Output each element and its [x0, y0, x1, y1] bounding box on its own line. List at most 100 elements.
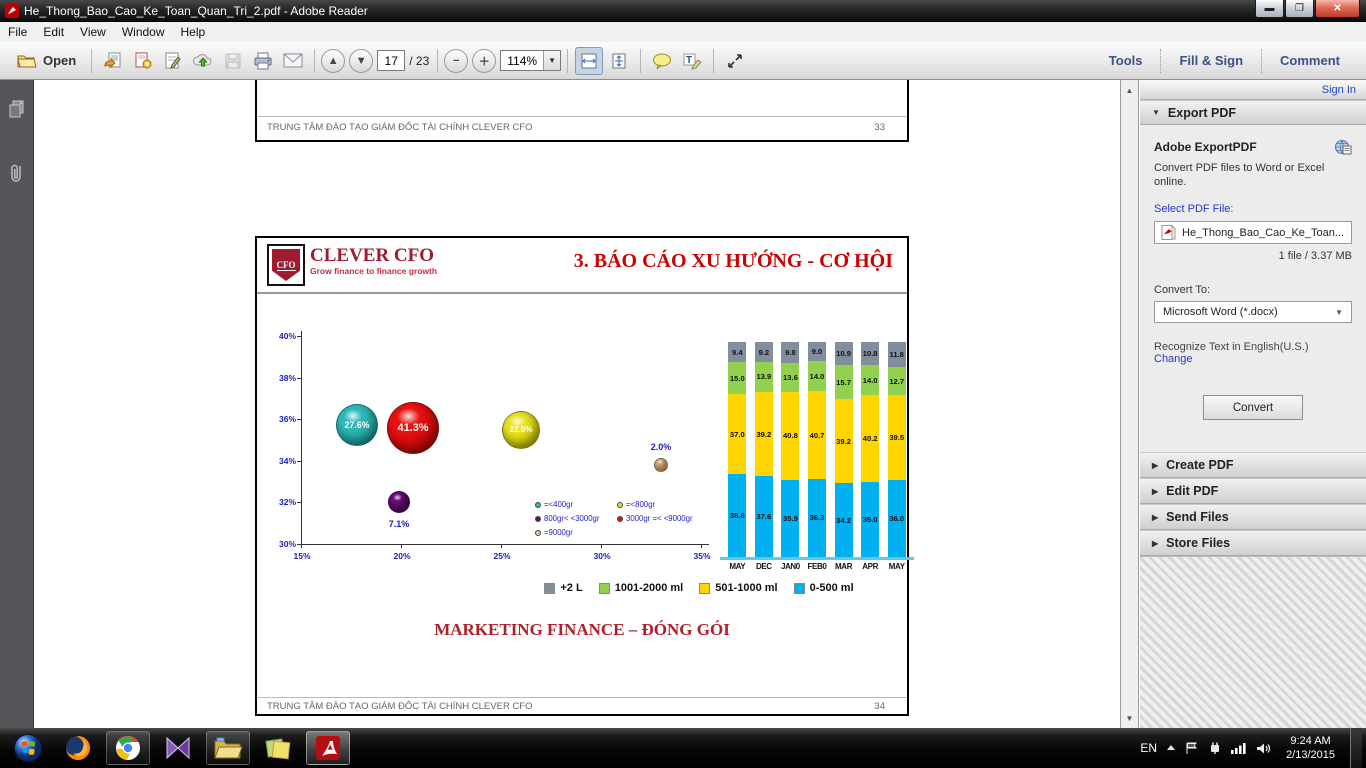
- save-button[interactable]: [219, 47, 247, 75]
- bar-segment: 15.0: [728, 362, 746, 394]
- bar-segment: 10.8: [861, 342, 879, 365]
- menu-view[interactable]: View: [72, 23, 114, 41]
- legend-label: 1001-2000 ml: [615, 582, 684, 594]
- taskbar-sticky-notes[interactable]: [256, 731, 300, 765]
- power-plug-icon[interactable]: [1208, 741, 1222, 755]
- legend-label: 0-500 ml: [810, 582, 854, 594]
- zoom-out-button[interactable]: −: [444, 49, 468, 73]
- clock[interactable]: 9:24 AM 2/13/2015: [1280, 734, 1341, 762]
- fullscreen-button[interactable]: [721, 47, 749, 75]
- triangle-right-icon: ▶: [1152, 461, 1158, 470]
- change-link[interactable]: Change: [1154, 353, 1352, 365]
- next-page-button[interactable]: ▼: [349, 49, 373, 73]
- cloud-upload-button[interactable]: [189, 47, 217, 75]
- restore-button[interactable]: ❐: [1285, 0, 1314, 18]
- network-signal-icon[interactable]: [1231, 742, 1247, 754]
- export-pdf-panel: Adobe ExportPDF Convert PDF files to Wor…: [1140, 125, 1366, 452]
- taskbar-adobe-reader[interactable]: [306, 731, 350, 765]
- taskbar-explorer[interactable]: [206, 731, 250, 765]
- tab-comment[interactable]: Comment: [1261, 49, 1358, 73]
- bar-segment: 11.8: [888, 342, 906, 367]
- action-center-flag-icon[interactable]: [1185, 742, 1199, 755]
- menu-edit[interactable]: Edit: [35, 23, 72, 41]
- highlight-text-button[interactable]: T: [678, 47, 706, 75]
- convert-button[interactable]: Convert: [1203, 395, 1303, 420]
- send-file-button[interactable]: [99, 47, 127, 75]
- title-bar[interactable]: He_Thong_Bao_Cao_Ke_Toan_Quan_Tri_2.pdf …: [0, 0, 1366, 22]
- email-button[interactable]: [279, 47, 307, 75]
- bar-segment: 40.7: [808, 391, 826, 479]
- convert-to-dropdown[interactable]: Microsoft Word (*.docx) ▼: [1154, 301, 1352, 323]
- scroll-up-arrow[interactable]: ▲: [1121, 82, 1138, 98]
- bar-segment: 37.6: [755, 476, 773, 557]
- bar-legend-item: 1001-2000 ml: [599, 582, 684, 594]
- zoom-in-button[interactable]: ＋: [472, 49, 496, 73]
- minimize-button[interactable]: ▬: [1255, 0, 1284, 18]
- section-create-pdf[interactable]: ▶ Create PDF: [1140, 452, 1366, 478]
- separator: [567, 49, 568, 73]
- tray-expand-icon[interactable]: [1166, 744, 1176, 752]
- slide-caption: MARKETING FINANCE – ĐÓNG GÓI: [257, 620, 907, 640]
- open-button[interactable]: Open: [9, 47, 84, 75]
- previous-page-button[interactable]: ▲: [321, 49, 345, 73]
- bar-legend-item: +2 L: [544, 582, 582, 594]
- tab-tools[interactable]: Tools: [1091, 49, 1161, 73]
- menu-help[interactable]: Help: [173, 23, 214, 41]
- stacked-bar-chart: 38.637.015.09.4MAY37.639.213.99.2DEC35.9…: [257, 238, 911, 578]
- section-label: Create PDF: [1166, 458, 1233, 472]
- triangle-right-icon: ▶: [1152, 539, 1158, 548]
- print-button[interactable]: [249, 47, 277, 75]
- document-canvas[interactable]: TRUNG TÂM ĐÀO TẠO GIÁM ĐỐC TÀI CHÍNH CLE…: [35, 80, 1119, 728]
- section-send-files[interactable]: ▶Send Files: [1140, 504, 1366, 530]
- volume-icon[interactable]: [1256, 742, 1271, 755]
- sign-in-bar: Sign In: [1140, 80, 1366, 100]
- bar-segment: 9.4: [728, 342, 746, 362]
- stamp-button[interactable]: [129, 47, 157, 75]
- taskbar-firefox[interactable]: [56, 731, 100, 765]
- page-number-input[interactable]: [377, 50, 405, 71]
- section-edit-pdf[interactable]: ▶Edit PDF: [1140, 478, 1366, 504]
- section-store-files[interactable]: ▶Store Files: [1140, 530, 1366, 556]
- sign-in-link[interactable]: Sign In: [1322, 84, 1356, 96]
- zoom-dropdown-arrow[interactable]: ▼: [543, 51, 560, 70]
- taskbar-kmplayer[interactable]: [156, 731, 200, 765]
- scroll-down-arrow[interactable]: ▼: [1121, 710, 1138, 726]
- window-title: He_Thong_Bao_Cao_Ke_Toan_Quan_Tri_2.pdf …: [24, 4, 368, 18]
- menu-file[interactable]: File: [0, 23, 35, 41]
- separator: [91, 49, 92, 73]
- taskbar-chrome[interactable]: [106, 731, 150, 765]
- export-pdf-section-header[interactable]: ▼ Export PDF: [1140, 100, 1366, 125]
- pdf-page-34: CFO CLEVER CFO Grow finance to finance g…: [255, 236, 909, 716]
- bar-category-label: MAR: [829, 562, 858, 571]
- select-pdf-file-label[interactable]: Select PDF File:: [1154, 203, 1352, 215]
- triangle-right-icon: ▶: [1152, 487, 1158, 496]
- page33-number: 33: [874, 122, 897, 133]
- selected-file-box[interactable]: He_Thong_Bao_Cao_Ke_Toan...: [1154, 221, 1352, 244]
- tab-fill-sign[interactable]: Fill & Sign: [1160, 49, 1261, 73]
- bar-segment: 10.9: [835, 342, 853, 365]
- menu-window[interactable]: Window: [114, 23, 173, 41]
- exportpdf-service-icon: [1334, 139, 1352, 155]
- convert-to-value: Microsoft Word (*.docx): [1163, 306, 1335, 318]
- start-button[interactable]: [6, 731, 50, 765]
- show-desktop-button[interactable]: [1350, 728, 1362, 768]
- language-indicator[interactable]: EN: [1140, 741, 1157, 755]
- bar-segment: 9.2: [755, 342, 773, 362]
- legend-square-icon: [599, 583, 610, 594]
- dropdown-arrow-icon: ▼: [1335, 308, 1343, 317]
- fit-width-button[interactable]: [575, 47, 603, 75]
- vertical-scrollbar[interactable]: ▲ ▼: [1120, 80, 1139, 728]
- main-area: TRUNG TÂM ĐÀO TẠO GIÁM ĐỐC TÀI CHÍNH CLE…: [0, 80, 1366, 728]
- close-button[interactable]: ✕: [1315, 0, 1360, 18]
- fit-page-button[interactable]: [605, 47, 633, 75]
- sign-button[interactable]: [159, 47, 187, 75]
- bar-category-label: MAY: [882, 562, 911, 571]
- bar-segment: 39.2: [835, 399, 853, 483]
- zoom-level-control[interactable]: 114% ▼: [500, 50, 561, 71]
- tray-date: 2/13/2015: [1286, 748, 1335, 762]
- bar-segment: 35.9: [781, 480, 799, 557]
- comment-balloon-button[interactable]: [648, 47, 676, 75]
- bar-segment: 40.8: [781, 392, 799, 480]
- attachments-button[interactable]: [0, 158, 34, 188]
- page-thumbnails-button[interactable]: [0, 94, 34, 124]
